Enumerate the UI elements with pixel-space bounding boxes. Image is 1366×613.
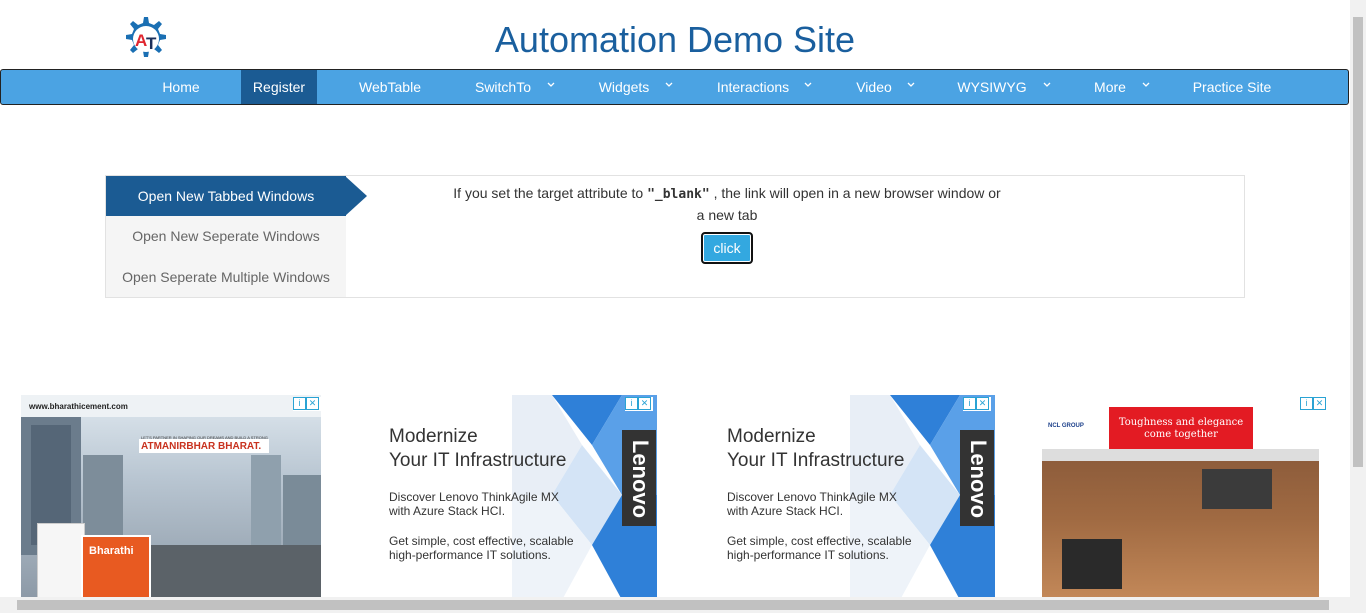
nav-more[interactable]: More [1081, 70, 1139, 104]
description-code: "_blank" [647, 187, 710, 202]
click-button[interactable]: click [701, 232, 753, 264]
nav-register[interactable]: Register [241, 70, 317, 104]
tab-open-seperate-multiple-windows[interactable]: Open Seperate Multiple Windows [106, 257, 346, 297]
ad-text-line: high-performance IT solutions. [389, 548, 551, 562]
lenovo-logo-text: Lenovo [966, 439, 991, 519]
lenovo-logo-text: Lenovo [628, 439, 653, 519]
ad-text-line: with Azure Stack HCI. [389, 504, 506, 518]
nav-home[interactable]: Home [133, 70, 229, 104]
adchoices[interactable]: i ✕ [1300, 397, 1328, 411]
vertical-scrollbar-thumb[interactable] [1353, 17, 1363, 467]
ad-heading-line: Your IT Infrastructure [727, 450, 905, 471]
ad-heading-line: Modernize [727, 426, 816, 447]
close-icon[interactable]: ✕ [1313, 397, 1326, 410]
chevron-down-icon[interactable] [804, 81, 812, 89]
close-icon[interactable]: ✕ [306, 397, 319, 410]
house-image [1042, 449, 1319, 600]
ad-text-line: high-performance IT solutions. [727, 548, 889, 562]
info-icon[interactable]: i [963, 397, 976, 410]
ad-heading: Modernize Your IT Infrastructure [389, 425, 566, 473]
house-window [1062, 539, 1122, 589]
tab-open-new-tabbed-windows[interactable]: Open New Tabbed Windows [106, 176, 346, 216]
info-icon[interactable]: i [625, 397, 638, 410]
windows-tab-list: Open New Tabbed Windows Open New Seperat… [106, 176, 367, 297]
ad-cement[interactable]: www.bharathicement.com LET'S PARTNER IN … [21, 395, 321, 600]
ad-text: Discover Lenovo ThinkAgile MX with Azure … [727, 490, 897, 518]
ad-text-line: Get simple, cost effective, scalable [389, 534, 574, 548]
ad-text-line: Get simple, cost effective, scalable [727, 534, 912, 548]
ad-ncl[interactable]: NCL GROUP Toughness and elegance come to… [1042, 395, 1330, 600]
close-icon[interactable]: ✕ [638, 397, 651, 410]
tab-description: If you set the target attribute to "_bla… [451, 183, 1003, 225]
house-window [1202, 469, 1272, 509]
chevron-down-icon[interactable] [665, 81, 673, 89]
windows-panel: Open New Tabbed Windows Open New Seperat… [105, 175, 1245, 298]
nav-widgets[interactable]: Widgets [585, 70, 663, 104]
nav-practice-site[interactable]: Practice Site [1181, 70, 1283, 104]
adchoices[interactable]: i ✕ [963, 397, 991, 411]
ad-text-line: Discover Lenovo ThinkAgile MX [389, 490, 559, 504]
page-title: Automation Demo Site [494, 19, 856, 60]
site-header: A T Automation Demo Site [0, 0, 1350, 69]
chevron-down-icon[interactable] [907, 81, 915, 89]
cement-bag-image [37, 523, 85, 600]
ad-heading: Modernize Your IT Infrastructure [727, 425, 904, 473]
ad-lenovo[interactable]: Modernize Your IT Infrastructure Discover… [357, 395, 657, 600]
chevron-down-icon[interactable] [1043, 81, 1051, 89]
ad-text-line: Discover Lenovo ThinkAgile MX [727, 490, 897, 504]
info-icon[interactable]: i [293, 397, 306, 410]
ncl-logo: NCL GROUP [1048, 423, 1084, 429]
ad-lenovo[interactable]: Modernize Your IT Infrastructure Discover… [695, 395, 995, 600]
ad-text: Discover Lenovo ThinkAgile MX with Azure … [389, 490, 559, 518]
ad-brand: Bharathi [89, 545, 134, 557]
ad-text-line: with Azure Stack HCI. [727, 504, 844, 518]
description-text: If you set the target attribute to [453, 185, 648, 201]
ad-text: Get simple, cost effective, scalable high… [727, 534, 912, 562]
nav-wysiwyg[interactable]: WYSIWYG [945, 70, 1039, 104]
nav-video[interactable]: Video [843, 70, 905, 104]
chevron-down-icon[interactable] [1142, 81, 1150, 89]
tab-open-new-seperate-windows[interactable]: Open New Seperate Windows [106, 216, 346, 256]
ncl-ad-frame: NCL GROUP Toughness and elegance come to… [1042, 407, 1319, 600]
lenovo-logo: Lenovo [960, 430, 994, 526]
house-roof [1042, 449, 1319, 461]
adchoices[interactable]: i ✕ [293, 397, 321, 411]
vertical-scrollbar[interactable] [1350, 0, 1366, 597]
main-nav: Home Register WebTable SwitchTo Widgets … [0, 69, 1349, 105]
description-text-end: , the link will open in a new browser wi… [696, 185, 1001, 223]
adchoices[interactable]: i ✕ [625, 397, 653, 411]
ad-heading-line: Modernize [389, 426, 478, 447]
ad-heading-line: Your IT Infrastructure [389, 450, 567, 471]
ad-text: Get simple, cost effective, scalable high… [389, 534, 574, 562]
horizontal-scrollbar-thumb[interactable] [17, 600, 1329, 610]
horizontal-scrollbar[interactable] [0, 597, 1366, 613]
tab-content: If you set the target attribute to "_bla… [346, 176, 1244, 297]
ad-slogan: ATMANIRBHAR BHARAT. [141, 441, 262, 452]
ad-tagline: Toughness and elegance come together [1109, 407, 1253, 449]
nav-interactions[interactable]: Interactions [703, 70, 803, 104]
chevron-down-icon[interactable] [547, 81, 555, 89]
nav-webtable[interactable]: WebTable [341, 70, 439, 104]
ad-tagline: LET'S PARTNER IN SHAPING OUR DREAMS AND … [141, 435, 268, 440]
close-icon[interactable]: ✕ [976, 397, 989, 410]
lenovo-logo: Lenovo [622, 430, 656, 526]
info-icon[interactable]: i [1300, 397, 1313, 410]
ad-url: www.bharathicement.com [29, 402, 128, 411]
nav-switchto[interactable]: SwitchTo [461, 70, 545, 104]
